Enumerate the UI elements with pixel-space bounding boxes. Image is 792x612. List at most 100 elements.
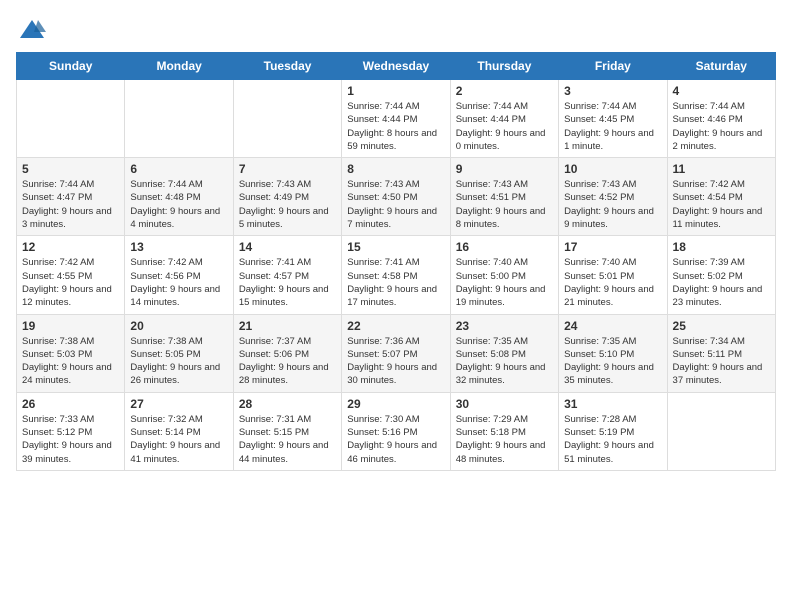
calendar-cell [17, 80, 125, 158]
calendar-cell: 7Sunrise: 7:43 AMSunset: 4:49 PMDaylight… [233, 158, 341, 236]
day-number: 22 [347, 319, 444, 333]
day-number: 10 [564, 162, 661, 176]
day-info: Sunrise: 7:39 AMSunset: 5:02 PMDaylight:… [673, 256, 770, 309]
day-number: 26 [22, 397, 119, 411]
page-header [16, 16, 776, 44]
day-info: Sunrise: 7:41 AMSunset: 4:57 PMDaylight:… [239, 256, 336, 309]
weekday-header-saturday: Saturday [667, 53, 775, 80]
calendar-cell: 1 Sunrise: 7:44 AMSunset: 4:44 PMDaylight… [342, 80, 450, 158]
day-info: Sunrise: 7:33 AMSunset: 5:12 PMDaylight:… [22, 413, 119, 466]
day-info: Sunrise: 7:44 AMSunset: 4:44 PMDaylight:… [456, 100, 553, 153]
day-number: 5 [22, 162, 119, 176]
day-number: 30 [456, 397, 553, 411]
calendar-cell [125, 80, 233, 158]
day-info: Sunrise: 7:41 AMSunset: 4:58 PMDaylight:… [347, 256, 444, 309]
calendar-cell: 16 Sunrise: 7:40 AMSunset: 5:00 PMDayligh… [450, 236, 558, 314]
calendar-cell: 5 Sunrise: 7:44 AMSunset: 4:47 PMDaylight… [17, 158, 125, 236]
day-info: Sunrise: 7:44 AMSunset: 4:48 PMDaylight:… [130, 178, 227, 231]
day-info: Sunrise: 7:44 AMSunset: 4:46 PMDaylight:… [673, 100, 770, 153]
calendar-cell: 19 Sunrise: 7:38 AMSunset: 5:03 PMDayligh… [17, 314, 125, 392]
day-info: Sunrise: 7:38 AMSunset: 5:05 PMDaylight:… [130, 335, 227, 388]
day-number: 25 [673, 319, 770, 333]
day-info: Sunrise: 7:31 AMSunset: 5:15 PMDaylight:… [239, 413, 336, 466]
calendar-cell: 3 Sunrise: 7:44 AMSunset: 4:45 PMDaylight… [559, 80, 667, 158]
day-number: 31 [564, 397, 661, 411]
day-number: 13 [130, 240, 227, 254]
day-info: Sunrise: 7:34 AMSunset: 5:11 PMDaylight:… [673, 335, 770, 388]
day-number: 29 [347, 397, 444, 411]
day-info: Sunrise: 7:35 AMSunset: 5:08 PMDaylight:… [456, 335, 553, 388]
calendar-cell: 24Sunrise: 7:35 AMSunset: 5:10 PMDayligh… [559, 314, 667, 392]
day-number: 3 [564, 84, 661, 98]
day-info: Sunrise: 7:37 AMSunset: 5:06 PMDaylight:… [239, 335, 336, 388]
day-number: 15 [347, 240, 444, 254]
day-number: 4 [673, 84, 770, 98]
calendar-cell: 26 Sunrise: 7:33 AMSunset: 5:12 PMDayligh… [17, 392, 125, 470]
day-number: 19 [22, 319, 119, 333]
day-info: Sunrise: 7:44 AMSunset: 4:45 PMDaylight:… [564, 100, 661, 153]
day-info: Sunrise: 7:43 AMSunset: 4:49 PMDaylight:… [239, 178, 336, 231]
day-info: Sunrise: 7:43 AMSunset: 4:50 PMDaylight:… [347, 178, 444, 231]
weekday-header-thursday: Thursday [450, 53, 558, 80]
weekday-header-sunday: Sunday [17, 53, 125, 80]
calendar-cell [233, 80, 341, 158]
day-info: Sunrise: 7:29 AMSunset: 5:18 PMDaylight:… [456, 413, 553, 466]
calendar-cell: 14 Sunrise: 7:41 AMSunset: 4:57 PMDayligh… [233, 236, 341, 314]
day-info: Sunrise: 7:44 AMSunset: 4:44 PMDaylight:… [347, 100, 444, 153]
day-number: 2 [456, 84, 553, 98]
day-number: 14 [239, 240, 336, 254]
calendar-cell: 13 Sunrise: 7:42 AMSunset: 4:56 PMDayligh… [125, 236, 233, 314]
calendar-cell: 8 Sunrise: 7:43 AMSunset: 4:50 PMDaylight… [342, 158, 450, 236]
calendar-cell: 6 Sunrise: 7:44 AMSunset: 4:48 PMDaylight… [125, 158, 233, 236]
weekday-header-friday: Friday [559, 53, 667, 80]
day-info: Sunrise: 7:42 AMSunset: 4:55 PMDaylight:… [22, 256, 119, 309]
day-info: Sunrise: 7:30 AMSunset: 5:16 PMDaylight:… [347, 413, 444, 466]
day-info: Sunrise: 7:40 AMSunset: 5:01 PMDaylight:… [564, 256, 661, 309]
calendar-cell: 30 Sunrise: 7:29 AMSunset: 5:18 PMDayligh… [450, 392, 558, 470]
day-info: Sunrise: 7:44 AMSunset: 4:47 PMDaylight:… [22, 178, 119, 231]
calendar-cell [667, 392, 775, 470]
day-number: 28 [239, 397, 336, 411]
calendar-cell: 17 Sunrise: 7:40 AMSunset: 5:01 PMDayligh… [559, 236, 667, 314]
calendar-cell: 29 Sunrise: 7:30 AMSunset: 5:16 PMDayligh… [342, 392, 450, 470]
day-number: 8 [347, 162, 444, 176]
calendar-cell: 20 Sunrise: 7:38 AMSunset: 5:05 PMDayligh… [125, 314, 233, 392]
day-number: 16 [456, 240, 553, 254]
day-number: 23 [456, 319, 553, 333]
calendar-cell: 4 Sunrise: 7:44 AMSunset: 4:46 PMDaylight… [667, 80, 775, 158]
day-number: 27 [130, 397, 227, 411]
calendar-cell: 15 Sunrise: 7:41 AMSunset: 4:58 PMDayligh… [342, 236, 450, 314]
day-info: Sunrise: 7:42 AMSunset: 4:54 PMDaylight:… [673, 178, 770, 231]
calendar-cell: 10 Sunrise: 7:43 AMSunset: 4:52 PMDayligh… [559, 158, 667, 236]
day-info: Sunrise: 7:43 AMSunset: 4:52 PMDaylight:… [564, 178, 661, 231]
day-number: 12 [22, 240, 119, 254]
calendar-cell: 12 Sunrise: 7:42 AMSunset: 4:55 PMDayligh… [17, 236, 125, 314]
calendar-cell: 9 Sunrise: 7:43 AMSunset: 4:51 PMDaylight… [450, 158, 558, 236]
day-info: Sunrise: 7:32 AMSunset: 5:14 PMDaylight:… [130, 413, 227, 466]
day-info: Sunrise: 7:40 AMSunset: 5:00 PMDaylight:… [456, 256, 553, 309]
calendar-table: SundayMondayTuesdayWednesdayThursdayFrid… [16, 52, 776, 471]
day-number: 11 [673, 162, 770, 176]
calendar-cell: 25 Sunrise: 7:34 AMSunset: 5:11 PMDayligh… [667, 314, 775, 392]
calendar-cell: 23 Sunrise: 7:35 AMSunset: 5:08 PMDayligh… [450, 314, 558, 392]
day-info: Sunrise: 7:42 AMSunset: 4:56 PMDaylight:… [130, 256, 227, 309]
day-info: Sunrise: 7:43 AMSunset: 4:51 PMDaylight:… [456, 178, 553, 231]
calendar-cell: 22 Sunrise: 7:36 AMSunset: 5:07 PMDayligh… [342, 314, 450, 392]
day-number: 21 [239, 319, 336, 333]
weekday-header-wednesday: Wednesday [342, 53, 450, 80]
day-number: 6 [130, 162, 227, 176]
day-info: Sunrise: 7:36 AMSunset: 5:07 PMDaylight:… [347, 335, 444, 388]
day-number: 17 [564, 240, 661, 254]
day-number: 20 [130, 319, 227, 333]
day-number: 9 [456, 162, 553, 176]
day-info: Sunrise: 7:35 AMSunset: 5:10 PMDaylight:… [564, 335, 661, 388]
calendar-cell: 11 Sunrise: 7:42 AMSunset: 4:54 PMDayligh… [667, 158, 775, 236]
weekday-header-tuesday: Tuesday [233, 53, 341, 80]
calendar-cell: 21 Sunrise: 7:37 AMSunset: 5:06 PMDayligh… [233, 314, 341, 392]
calendar-cell: 27 Sunrise: 7:32 AMSunset: 5:14 PMDayligh… [125, 392, 233, 470]
day-info: Sunrise: 7:28 AMSunset: 5:19 PMDaylight:… [564, 413, 661, 466]
day-number: 1 [347, 84, 444, 98]
logo [16, 16, 46, 44]
day-number: 18 [673, 240, 770, 254]
day-info: Sunrise: 7:38 AMSunset: 5:03 PMDaylight:… [22, 335, 119, 388]
